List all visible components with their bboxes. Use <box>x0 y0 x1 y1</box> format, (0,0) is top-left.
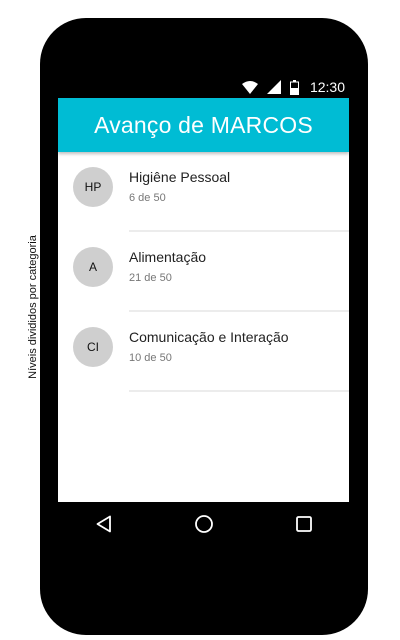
list-item-title: Comunicação e Interação <box>129 329 289 345</box>
avatar: A <box>73 247 113 287</box>
status-bar: 12:30 <box>58 76 349 98</box>
signal-icon <box>266 80 281 94</box>
wifi-icon <box>241 80 258 94</box>
page-title: Avanço de MARCOS <box>94 111 313 138</box>
list-item-progress: 10 de 50 <box>129 352 172 364</box>
list-item-comunicacao-interacao[interactable]: CI Comunicação e Interação 10 de 50 <box>58 312 349 392</box>
recent-apps-icon <box>296 515 312 537</box>
list-item-higiene-pessoal[interactable]: HP Higiêne Pessoal 6 de 50 <box>58 152 349 232</box>
side-caption: Níveis divididos por categoria <box>27 235 39 379</box>
battery-icon <box>289 79 299 95</box>
list-item-title: Alimentação <box>129 249 207 265</box>
status-icons: 12:30 <box>241 77 345 97</box>
list-item-alimentacao[interactable]: A Alimentação 21 de 50 <box>58 232 349 312</box>
app-screen: Avanço de MARCOS HP Higiêne Pessoal 6 de… <box>58 98 349 502</box>
home-icon <box>194 514 214 539</box>
recent-apps-button[interactable] <box>294 515 314 537</box>
status-time: 12:30 <box>309 79 345 95</box>
back-button[interactable] <box>94 515 114 538</box>
back-icon <box>96 515 112 538</box>
list-item-progress: 6 de 50 <box>129 192 166 204</box>
avatar: CI <box>73 327 113 367</box>
avatar: HP <box>73 167 113 207</box>
category-list: HP Higiêne Pessoal 6 de 50 A Alimentação… <box>58 152 349 392</box>
divider <box>129 390 349 392</box>
list-item-progress: 21 de 50 <box>129 272 172 284</box>
app-bar: Avanço de MARCOS <box>58 98 349 152</box>
navigation-bar <box>58 502 349 550</box>
list-item-title: Higiêne Pessoal <box>129 169 231 185</box>
home-button[interactable] <box>194 514 214 539</box>
